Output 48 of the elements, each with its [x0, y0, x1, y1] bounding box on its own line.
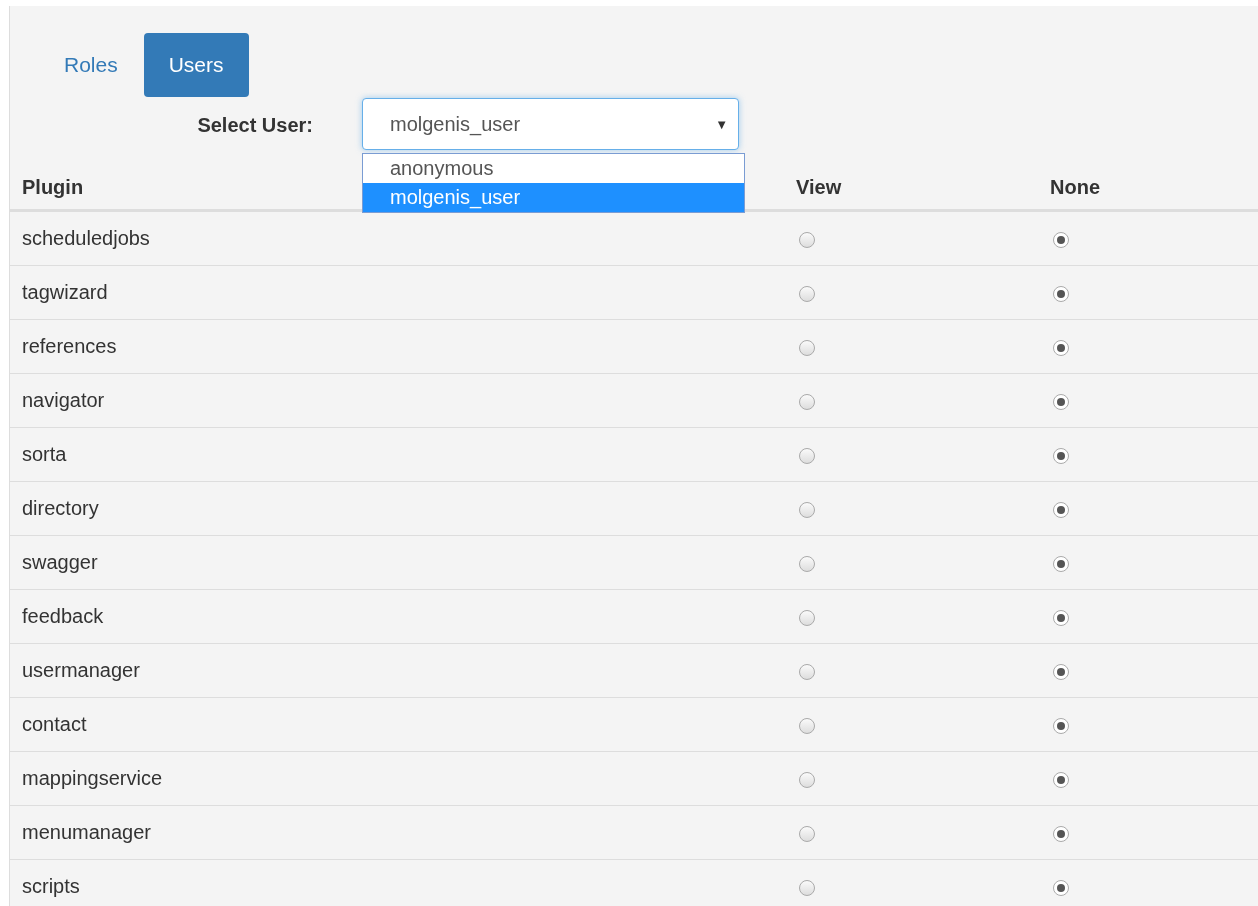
view-radio[interactable]: [799, 663, 815, 680]
plugin-name: feedback: [22, 605, 104, 627]
none-radio[interactable]: [1053, 231, 1069, 248]
none-radio[interactable]: [1053, 879, 1069, 896]
none-radio[interactable]: [1053, 339, 1069, 356]
plugin-name: menumanager: [22, 821, 151, 843]
view-radio[interactable]: [799, 609, 815, 626]
view-radio[interactable]: [799, 555, 815, 572]
dropdown-option[interactable]: molgenis_user: [363, 183, 744, 212]
column-header: Plugin: [22, 176, 84, 198]
user-select[interactable]: molgenis_user ▼: [362, 98, 739, 150]
column-header: View: [796, 176, 842, 198]
view-radio[interactable]: [799, 717, 815, 734]
plugin-name: mappingservice: [22, 767, 163, 789]
plugin-name: tagwizard: [22, 281, 108, 303]
none-radio[interactable]: [1053, 555, 1069, 572]
plugin-name: contact: [22, 713, 87, 735]
view-radio[interactable]: [799, 447, 815, 464]
plugin-name: directory: [22, 497, 99, 519]
select-user-label: Select User:: [196, 114, 313, 137]
none-radio[interactable]: [1053, 393, 1069, 410]
view-radio[interactable]: [799, 285, 815, 302]
plugin-name: navigator: [22, 389, 105, 411]
view-radio[interactable]: [799, 825, 815, 842]
none-radio[interactable]: [1053, 771, 1069, 788]
plugin-name: scheduledjobs: [22, 227, 150, 249]
view-radio[interactable]: [799, 771, 815, 788]
none-radio[interactable]: [1053, 717, 1069, 734]
view-radio[interactable]: [799, 339, 815, 356]
tab[interactable]: Users: [143, 33, 249, 97]
plugin-name: sorta: [22, 443, 67, 465]
none-radio[interactable]: [1053, 285, 1069, 302]
column-header: None: [1050, 176, 1100, 198]
none-radio[interactable]: [1053, 609, 1069, 626]
plugin-name: references: [22, 335, 117, 357]
dropdown-option[interactable]: anonymous: [363, 154, 744, 183]
none-radio[interactable]: [1053, 825, 1069, 842]
plugin-name: swagger: [22, 551, 98, 573]
plugin-name: scripts: [22, 875, 80, 897]
none-radio[interactable]: [1053, 663, 1069, 680]
none-radio[interactable]: [1053, 447, 1069, 464]
tab[interactable]: Roles: [48, 33, 134, 97]
none-radio[interactable]: [1053, 501, 1069, 518]
view-radio[interactable]: [799, 231, 815, 248]
view-radio[interactable]: [799, 879, 815, 896]
view-radio[interactable]: [799, 393, 815, 410]
plugin-name: usermanager: [22, 659, 140, 681]
view-radio[interactable]: [799, 501, 815, 518]
